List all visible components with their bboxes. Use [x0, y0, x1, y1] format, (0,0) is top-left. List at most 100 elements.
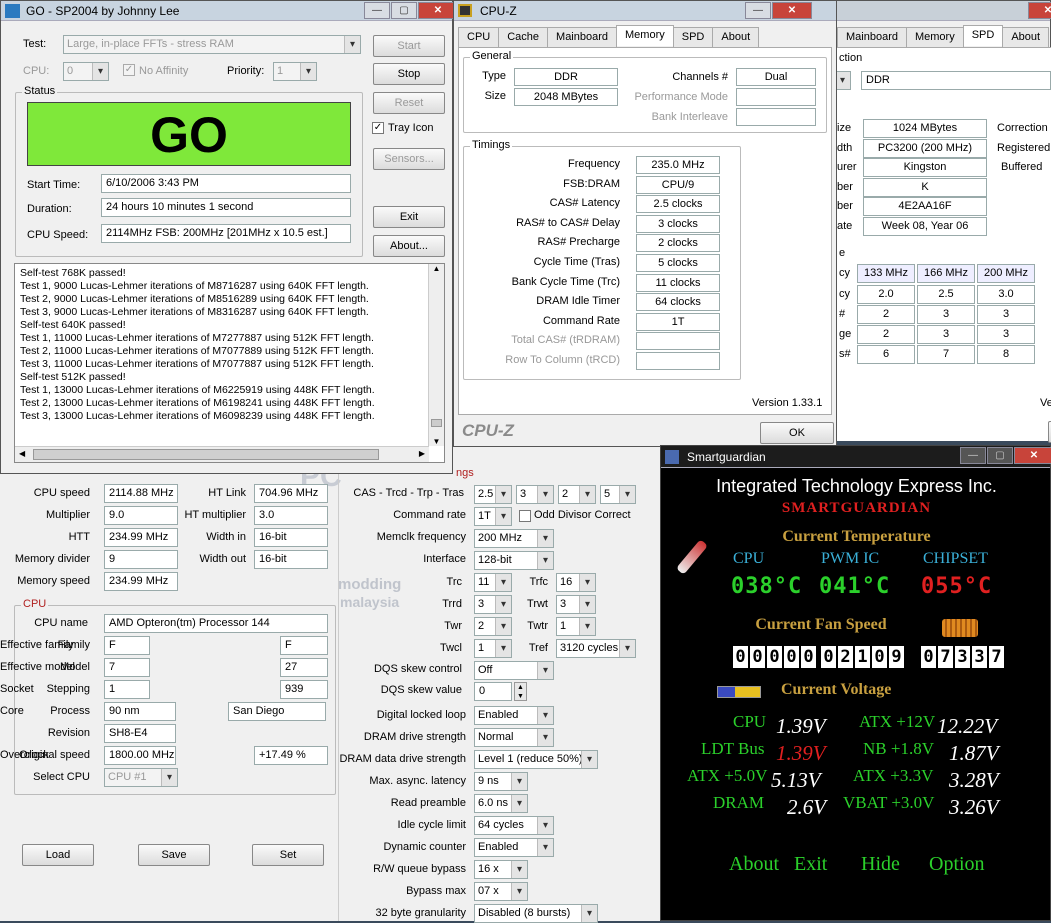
tab-cpu[interactable]: CPU: [458, 27, 500, 48]
timing-label: Twtr: [527, 620, 548, 632]
trcd-dropdown[interactable]: 3: [516, 485, 554, 504]
timing-dropdown[interactable]: 11: [474, 573, 512, 592]
about-button[interactable]: About...: [373, 235, 445, 257]
ht-label: Width out: [199, 553, 246, 565]
option-label: R/W queue bypass: [373, 863, 466, 875]
log-line: Self-test 640K passed!: [20, 319, 126, 331]
test-dropdown[interactable]: Large, in-place FFTs - stress RAM: [63, 35, 361, 54]
close-icon[interactable]: ✕: [1028, 2, 1051, 19]
tab-mainboard[interactable]: Mainboard: [547, 27, 618, 48]
minimize-icon[interactable]: —: [364, 2, 390, 19]
option-dropdown[interactable]: 64 cycles: [474, 816, 554, 835]
close-icon[interactable]: ✕: [1014, 447, 1051, 464]
tab-about[interactable]: About: [1002, 27, 1050, 48]
timing-label: RAS# Precharge: [537, 236, 620, 249]
exit-button[interactable]: Exit: [373, 206, 445, 228]
tab-memory[interactable]: Memory: [905, 27, 964, 48]
hide-menu[interactable]: Hide: [861, 853, 900, 876]
option-dropdown[interactable]: 07 x: [474, 882, 528, 901]
set-button[interactable]: Set: [252, 844, 324, 866]
voltage-label: NB +1.8V: [863, 739, 934, 758]
timing-label: Cycle Time (Tras): [533, 256, 620, 268]
clock-label: Memory speed: [17, 575, 90, 587]
timing-dropdown[interactable]: 16: [556, 573, 596, 592]
tab-mainboard[interactable]: Mainboard: [837, 27, 907, 48]
timing-dropdown[interactable]: 1: [474, 639, 512, 658]
odd-divisor-checkbox[interactable]: [519, 510, 531, 522]
close-icon[interactable]: ✕: [418, 2, 458, 19]
tray-icon-label: Tray Icon: [388, 122, 434, 134]
log-line: Test 1, 9000 Lucas-Lehmer iterations of …: [20, 280, 369, 292]
timing-dropdown[interactable]: 3: [556, 595, 596, 614]
stop-button[interactable]: Stop: [373, 63, 445, 85]
type-field: DDR: [514, 68, 618, 86]
cpu-dropdown[interactable]: 0: [63, 62, 109, 81]
spd-titlebar[interactable]: [837, 1, 1050, 21]
memclk-dropdown[interactable]: 200 MHz: [474, 529, 554, 548]
priority-dropdown[interactable]: 1: [273, 62, 317, 81]
start-button[interactable]: Start: [373, 35, 445, 57]
minimize-icon[interactable]: —: [960, 447, 986, 464]
select-cpu-dropdown[interactable]: CPU #1: [104, 768, 178, 787]
save-button[interactable]: Save: [138, 844, 210, 866]
fan-digit: 7: [938, 646, 953, 668]
log-textarea[interactable]: Self-test 768K passed! Test 1, 9000 Lucas…: [14, 263, 445, 463]
option-dropdown[interactable]: Enabled: [474, 706, 554, 725]
vertical-scrollbar[interactable]: ▲ ▼: [428, 264, 444, 446]
minimize-icon[interactable]: —: [745, 2, 771, 19]
no-affinity-checkbox[interactable]: ✓: [123, 64, 135, 76]
sp2004-window: GO - SP2004 by Johnny Lee — ▢ ✕ Test: Larg…: [0, 0, 458, 474]
exit-menu[interactable]: Exit: [794, 853, 827, 876]
timing-label: FSB:DRAM: [563, 177, 620, 190]
timing-dropdown[interactable]: 1: [556, 617, 596, 636]
log-line: Test 3, 9000 Lucas-Lehmer iterations of …: [20, 306, 369, 318]
tras-dropdown[interactable]: 5: [600, 485, 636, 504]
tab-spd[interactable]: SPD: [672, 27, 714, 48]
log-line: Self-test 768K passed!: [20, 267, 126, 279]
voltage-value: 1.39V: [776, 741, 826, 765]
start-time-field: 6/10/2006 3:43 PM: [101, 174, 351, 193]
option-dropdown[interactable]: Normal: [474, 728, 554, 747]
option-dropdown[interactable]: 16 x: [474, 860, 528, 879]
horizontal-scroll-thumb[interactable]: [33, 449, 379, 460]
dqs-skew-control-dropdown[interactable]: Off: [474, 661, 554, 680]
dqs-spinner[interactable]: ▲ ▼: [514, 682, 527, 701]
close-icon[interactable]: ✕: [772, 2, 812, 19]
ok-button[interactable]: OK: [760, 422, 834, 444]
cpu-field-value: 1: [104, 680, 150, 699]
option-menu[interactable]: Option: [929, 853, 985, 876]
reset-button[interactable]: Reset: [373, 92, 445, 114]
cpu-field-value: 1800.00 MHz: [104, 746, 176, 765]
tab-about[interactable]: About: [712, 27, 760, 48]
cpuz-window: CPU-Z — ✕ CPU Cache Mainboard Memory SPD …: [453, 0, 837, 447]
watermark-modding: modding: [338, 576, 402, 593]
load-button[interactable]: Load: [22, 844, 94, 866]
tab-memory[interactable]: Memory: [616, 25, 674, 46]
sensors-button[interactable]: Sensors...: [373, 148, 445, 170]
maximize-icon[interactable]: ▢: [391, 2, 417, 19]
timing-dropdown[interactable]: 3120 cycles: [556, 639, 636, 658]
maximize-icon[interactable]: ▢: [987, 447, 1013, 464]
interface-dropdown[interactable]: 128-bit: [474, 551, 554, 570]
trp-dropdown[interactable]: 2: [558, 485, 596, 504]
timing-dropdown[interactable]: 3: [474, 595, 512, 614]
horizontal-scrollbar[interactable]: ◀ ▶: [15, 446, 429, 462]
tray-icon-checkbox[interactable]: ✓: [372, 122, 384, 134]
option-dropdown[interactable]: Enabled: [474, 838, 554, 857]
clock-value: 234.99 MHz: [104, 572, 178, 591]
option-dropdown[interactable]: Disabled (8 bursts): [474, 904, 598, 923]
timing-dropdown[interactable]: 2: [474, 617, 512, 636]
cas-dropdown[interactable]: 2.5: [474, 485, 512, 504]
option-dropdown[interactable]: 6.0 ns: [474, 794, 528, 813]
tab-spd[interactable]: SPD: [962, 25, 1004, 46]
command-rate-dropdown[interactable]: 1T: [474, 507, 512, 526]
fan-digit: 0: [801, 646, 816, 668]
vertical-scroll-thumb[interactable]: [431, 419, 442, 427]
option-dropdown[interactable]: Level 1 (reduce 50%): [474, 750, 598, 769]
timing-label: Twcl: [440, 642, 462, 654]
tab-cache[interactable]: Cache: [498, 27, 549, 48]
dqs-skew-value-field[interactable]: 0: [474, 682, 512, 701]
option-dropdown[interactable]: 9 ns: [474, 772, 528, 791]
about-menu[interactable]: About: [729, 853, 779, 876]
registered-label: Registered: [997, 142, 1051, 154]
